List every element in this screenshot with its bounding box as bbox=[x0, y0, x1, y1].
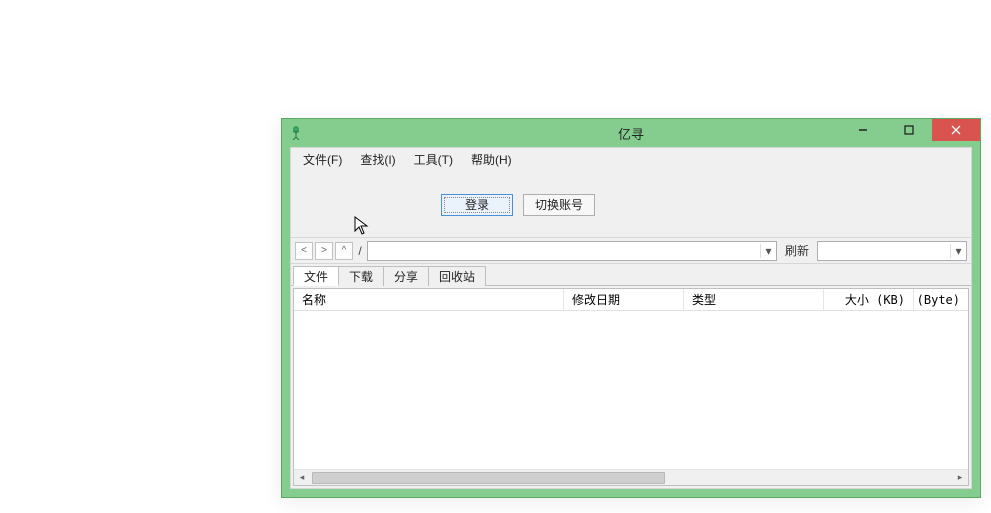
tab-downloads[interactable]: 下载 bbox=[338, 266, 384, 286]
col-size-bytes[interactable]: 大小 (Byte) bbox=[914, 289, 968, 310]
filter-combobox[interactable]: ▾ bbox=[817, 241, 967, 261]
nav-slash-label: / bbox=[355, 244, 365, 258]
scroll-thumb[interactable] bbox=[312, 472, 665, 484]
maximize-button[interactable] bbox=[886, 119, 932, 141]
menu-tools[interactable]: 工具(T) bbox=[406, 149, 461, 170]
chevron-down-icon: ▾ bbox=[760, 244, 776, 258]
tabstrip: 文件 下载 分享 回收站 bbox=[291, 264, 971, 286]
nav-up-button[interactable]: ^ bbox=[335, 242, 353, 260]
tab-recycle[interactable]: 回收站 bbox=[428, 266, 486, 286]
col-name[interactable]: 名称 bbox=[294, 289, 564, 310]
nav-forward-button[interactable]: > bbox=[315, 242, 333, 260]
col-size-kb[interactable]: 大小 (KB) bbox=[824, 289, 914, 310]
menu-find[interactable]: 查找(I) bbox=[352, 149, 403, 170]
col-type[interactable]: 类型 bbox=[684, 289, 824, 310]
menubar: 文件(F) 查找(I) 工具(T) 帮助(H) bbox=[291, 148, 971, 172]
chevron-down-icon: ▾ bbox=[950, 244, 966, 258]
scroll-right-button[interactable]: ▸ bbox=[952, 470, 968, 486]
list-body[interactable] bbox=[294, 311, 968, 469]
scroll-track[interactable] bbox=[310, 470, 952, 486]
window-controls bbox=[840, 119, 980, 141]
client-area: 文件(F) 查找(I) 工具(T) 帮助(H) 登录 切换账号 < > ^ / … bbox=[290, 147, 972, 489]
app-window: 亿寻 文件(F) 查找(I) 工具(T) 帮助(H) 登录 切换账号 < > bbox=[281, 118, 981, 498]
horizontal-scrollbar[interactable]: ◂ ▸ bbox=[294, 469, 968, 485]
file-listview[interactable]: 名称 修改日期 类型 大小 (KB) 大小 (Byte) ◂ ▸ bbox=[293, 288, 969, 486]
titlebar[interactable]: 亿寻 bbox=[282, 119, 980, 147]
switch-account-button[interactable]: 切换账号 bbox=[523, 194, 595, 216]
menu-help[interactable]: 帮助(H) bbox=[463, 149, 520, 170]
nav-back-button[interactable]: < bbox=[295, 242, 313, 260]
navbar: < > ^ / ▾ 刷新 ▾ bbox=[291, 238, 971, 264]
toolbar: 登录 切换账号 bbox=[291, 172, 971, 238]
login-button[interactable]: 登录 bbox=[441, 194, 513, 216]
col-modified[interactable]: 修改日期 bbox=[564, 289, 684, 310]
tab-share[interactable]: 分享 bbox=[383, 266, 429, 286]
list-header: 名称 修改日期 类型 大小 (KB) 大小 (Byte) bbox=[294, 289, 968, 311]
refresh-label[interactable]: 刷新 bbox=[779, 242, 815, 259]
tab-files[interactable]: 文件 bbox=[293, 266, 339, 286]
scroll-left-button[interactable]: ◂ bbox=[294, 470, 310, 486]
minimize-button[interactable] bbox=[840, 119, 886, 141]
app-icon bbox=[288, 125, 304, 141]
path-combobox[interactable]: ▾ bbox=[367, 241, 777, 261]
menu-file[interactable]: 文件(F) bbox=[295, 149, 350, 170]
close-button[interactable] bbox=[932, 119, 980, 141]
